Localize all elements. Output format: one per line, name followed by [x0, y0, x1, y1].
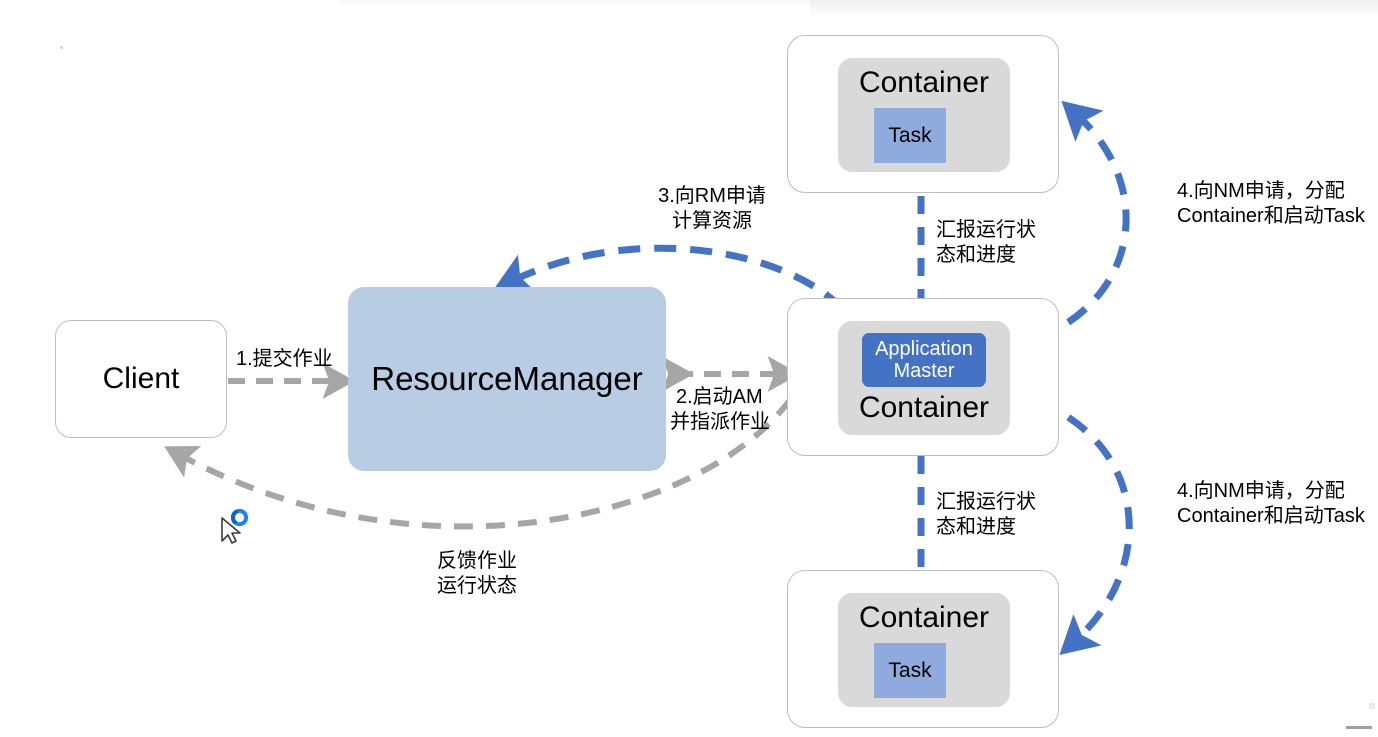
application-master-label-line2: Master: [893, 360, 955, 382]
container-top-label: Container: [858, 66, 990, 99]
container-top[interactable]: Container Task: [838, 58, 1010, 172]
node-client[interactable]: Client: [55, 320, 227, 438]
container-bottom-label: Container: [858, 601, 990, 634]
label-request-nm-top-line1: 4.向NM申请，分配: [1177, 180, 1345, 202]
task-bottom[interactable]: Task: [874, 643, 946, 698]
container-middle[interactable]: Application Master Container: [838, 321, 1010, 435]
bottom-right-mark-secondary: [1369, 703, 1375, 709]
node-client-label: Client: [102, 362, 180, 395]
task-top[interactable]: Task: [874, 108, 946, 163]
node-manager-middle[interactable]: Application Master Container: [787, 298, 1059, 456]
label-request-rm-line1: 3.向RM申请: [658, 185, 766, 207]
node-resource-manager-label: ResourceManager: [371, 360, 643, 397]
label-report-bottom-line1: 汇报运行状: [936, 491, 1036, 513]
node-manager-top[interactable]: Container Task: [787, 35, 1059, 193]
task-top-label: Task: [888, 123, 932, 147]
node-resource-manager[interactable]: ResourceManager: [348, 287, 666, 471]
label-feedback-line2: 运行状态: [437, 575, 517, 597]
container-middle-label: Container: [858, 391, 990, 424]
task-bottom-label: Task: [888, 658, 932, 682]
node-manager-bottom[interactable]: Container Task: [787, 570, 1059, 728]
label-request-rm-line2: 计算资源: [672, 210, 752, 232]
diagram-canvas: Client ResourceManager Container Task Ap…: [0, 0, 1378, 737]
application-master[interactable]: Application Master: [862, 333, 986, 387]
container-bottom[interactable]: Container Task: [838, 593, 1010, 707]
label-request-nm-bottom-line2: Container和启动Task: [1177, 505, 1365, 527]
label-feedback-line1: 反馈作业: [437, 550, 517, 572]
label-start-am-line1: 2.启动AM: [676, 386, 763, 408]
application-master-label-line1: Application: [875, 337, 973, 360]
label-start-am-line2: 并指派作业: [670, 411, 770, 433]
label-report-top-line2: 态和进度: [936, 244, 1016, 266]
label-request-nm-bottom-line1: 4.向NM申请，分配: [1177, 480, 1345, 502]
label-submit-job: 1.提交作业: [236, 348, 333, 370]
bottom-right-mark: [1346, 726, 1372, 729]
label-report-bottom-line2: 态和进度: [936, 516, 1016, 538]
label-request-nm-top-line2: Container和启动Task: [1177, 205, 1365, 227]
label-report-top-line1: 汇报运行状: [936, 219, 1036, 241]
